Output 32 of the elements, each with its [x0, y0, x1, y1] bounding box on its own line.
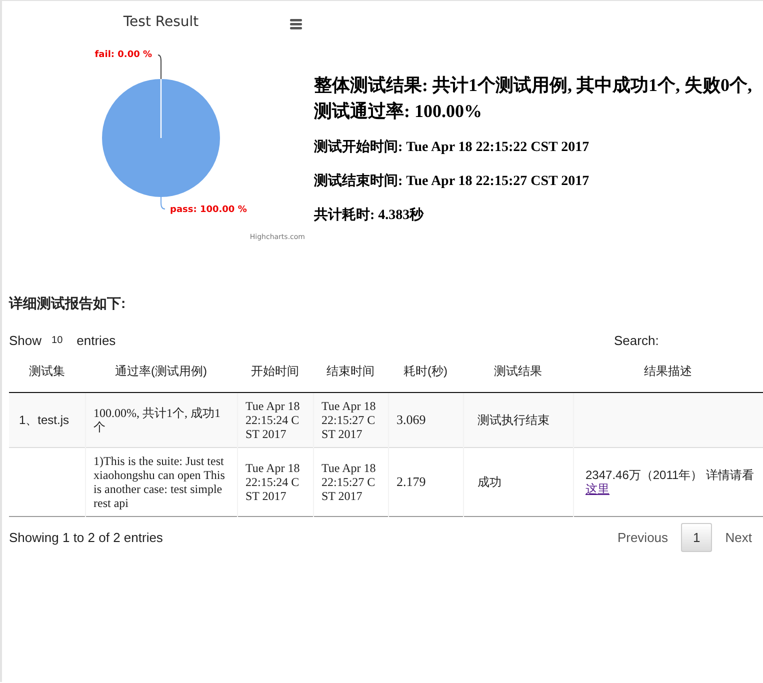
- table-cell: 1)This is the suite: Just test xiaohongshu can open This is another case: test simple rest api: [85, 448, 237, 516]
- detail-link[interactable]: 这里: [586, 482, 610, 496]
- show-label: Show: [9, 332, 42, 348]
- table-cell: Tue Apr 18 22:15:27 CST 2017: [313, 448, 388, 516]
- next-button[interactable]: Next: [714, 523, 763, 552]
- menu-icon[interactable]: [290, 19, 302, 30]
- table-cell: 2.179: [388, 448, 463, 516]
- chart-title: Test Result: [123, 14, 199, 30]
- summary-line: 测试结束时间: Tue Apr 18 22:15:27 CST 2017: [314, 172, 590, 191]
- summary-line: 测试开始时间: Tue Apr 18 22:15:22 CST 2017: [314, 138, 590, 157]
- table-cell: Tue Apr 18 22:15:27 CST 2017: [313, 392, 388, 448]
- table-cell: 3.069: [388, 392, 463, 448]
- table-cell: 100.00%, 共计1个, 成功1个: [85, 392, 237, 448]
- leader-line: [158, 54, 162, 80]
- summary-heading: 整体测试结果: 共计1个测试用例, 其中成功1个, 失败0个, 测试通过率: 100.00%: [314, 74, 753, 123]
- previous-button[interactable]: Previous: [606, 523, 680, 552]
- table-cell: 1、test.js: [9, 392, 85, 448]
- table-cell: 2347.46万（2011年） 详情请看: [586, 468, 754, 482]
- leader-line: [160, 196, 166, 210]
- page-button[interactable]: 1: [681, 523, 712, 552]
- summary-line: 共计耗时: 4.383秒: [314, 206, 425, 225]
- data-label: pass: 100.00 %: [170, 205, 247, 215]
- section-title: 详细测试报告如下:: [9, 295, 127, 313]
- table-cell: 测试执行结束: [463, 392, 573, 448]
- table-cell: Tue Apr 18 22:15:24 CST 2017: [237, 448, 313, 516]
- data-label: fail: 0.00 %: [94, 50, 152, 60]
- entries-label: entries: [76, 332, 116, 348]
- table-info: Showing 1 to 2 of 2 entries: [9, 530, 163, 545]
- page-size-select[interactable]: 10: [42, 334, 77, 346]
- table-cell: Tue Apr 18 22:15:24 CST 2017: [237, 392, 313, 448]
- search-label: Search:: [614, 332, 660, 348]
- table-cell: 成功: [463, 448, 573, 516]
